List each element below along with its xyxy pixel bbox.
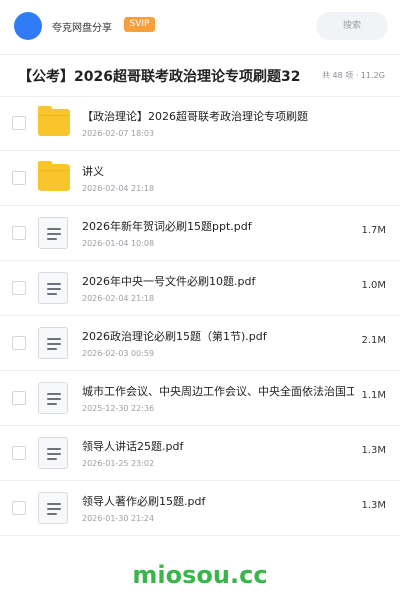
file-name: 【政治理论】2026超哥联考政治理论专项刷题 xyxy=(82,110,308,123)
file-name: 讲义 xyxy=(82,165,104,178)
document-icon xyxy=(38,437,68,469)
checkbox[interactable] xyxy=(12,281,26,295)
file-name: 2026政治理论必刷15题（第1节).pdf xyxy=(82,330,267,343)
search-input[interactable]: 搜索 xyxy=(316,12,388,40)
file-date: 2026-01-30 21:24 xyxy=(82,514,155,523)
file-date: 2026-01-25 23:02 xyxy=(82,459,155,468)
list-item[interactable]: 2026年新年贺词必刷15题ppt.pdf 2026-01-04 10:08 1… xyxy=(0,206,400,261)
file-size: 1.3M xyxy=(361,500,386,511)
share-page: 夸克网盘分享 SVIP 搜索 【公考】2026超哥联考政治理论专项刷题32 共 … xyxy=(0,0,400,600)
list-item[interactable]: 城市工作会议、中央周边工作会议、中央全面依法治国工作会议必刷15题.pdf 20… xyxy=(0,371,400,426)
header-divider xyxy=(0,54,400,55)
file-date: 2026-02-07 18:03 xyxy=(82,129,155,138)
document-icon xyxy=(38,217,68,249)
list-item[interactable]: 2026年中央一号文件必刷10题.pdf 2026-02-04 21:18 1.… xyxy=(0,261,400,316)
checkbox[interactable] xyxy=(12,391,26,405)
file-size: 1.3M xyxy=(361,445,386,456)
document-icon xyxy=(38,272,68,304)
checkbox[interactable] xyxy=(12,226,26,240)
list-item[interactable]: 2026政治理论必刷15题（第1节).pdf 2026-02-03 00:59 … xyxy=(0,316,400,371)
checkbox[interactable] xyxy=(12,171,26,185)
svip-badge: SVIP xyxy=(124,17,155,32)
file-name: 2026年新年贺词必刷15题ppt.pdf xyxy=(82,220,252,233)
list-item[interactable]: 【政治理论】2026超哥联考政治理论专项刷题 2026-02-07 18:03 xyxy=(0,96,400,151)
document-icon xyxy=(38,382,68,414)
document-icon xyxy=(38,327,68,359)
file-date: 2026-02-04 21:18 xyxy=(82,184,155,193)
watermark: miosou.cc xyxy=(132,561,268,589)
file-name: 城市工作会议、中央周边工作会议、中央全面依法治国工作会议必刷15题.pdf xyxy=(82,385,354,398)
list-item[interactable]: 讲义 2026-02-04 21:18 xyxy=(0,151,400,206)
file-list: 【政治理论】2026超哥联考政治理论专项刷题 2026-02-07 18:03 … xyxy=(0,96,400,536)
checkbox[interactable] xyxy=(12,501,26,515)
file-size: 2.1M xyxy=(361,335,386,346)
folder-title: 【公考】2026超哥联考政治理论专项刷题32 xyxy=(18,69,301,85)
file-size: 1.1M xyxy=(361,390,386,401)
folder-icon xyxy=(38,106,70,136)
checkbox[interactable] xyxy=(12,116,26,130)
file-date: 2026-02-04 21:18 xyxy=(82,294,155,303)
checkbox[interactable] xyxy=(12,336,26,350)
document-icon xyxy=(38,492,68,524)
checkbox[interactable] xyxy=(12,446,26,460)
list-item[interactable]: 领导人著作必刷15题.pdf 2026-01-30 21:24 1.3M xyxy=(0,481,400,536)
file-size: 1.0M xyxy=(361,280,386,291)
file-size: 1.7M xyxy=(361,225,386,236)
folder-meta: 共 48 项 · 11.2G xyxy=(322,71,385,80)
header: 夸克网盘分享 SVIP 搜索 xyxy=(0,0,400,54)
file-name: 领导人讲话25题.pdf xyxy=(82,440,184,453)
app-title: 夸克网盘分享 xyxy=(52,23,112,34)
file-name: 领导人著作必刷15题.pdf xyxy=(82,495,206,508)
file-date: 2026-02-03 00:59 xyxy=(82,349,155,358)
list-item[interactable]: 领导人讲话25题.pdf 2026-01-25 23:02 1.3M xyxy=(0,426,400,481)
file-date: 2025-12-30 22:36 xyxy=(82,404,155,413)
file-name: 2026年中央一号文件必刷10题.pdf xyxy=(82,275,256,288)
folder-icon xyxy=(38,161,70,191)
avatar[interactable] xyxy=(14,12,42,40)
file-date: 2026-01-04 10:08 xyxy=(82,239,155,248)
